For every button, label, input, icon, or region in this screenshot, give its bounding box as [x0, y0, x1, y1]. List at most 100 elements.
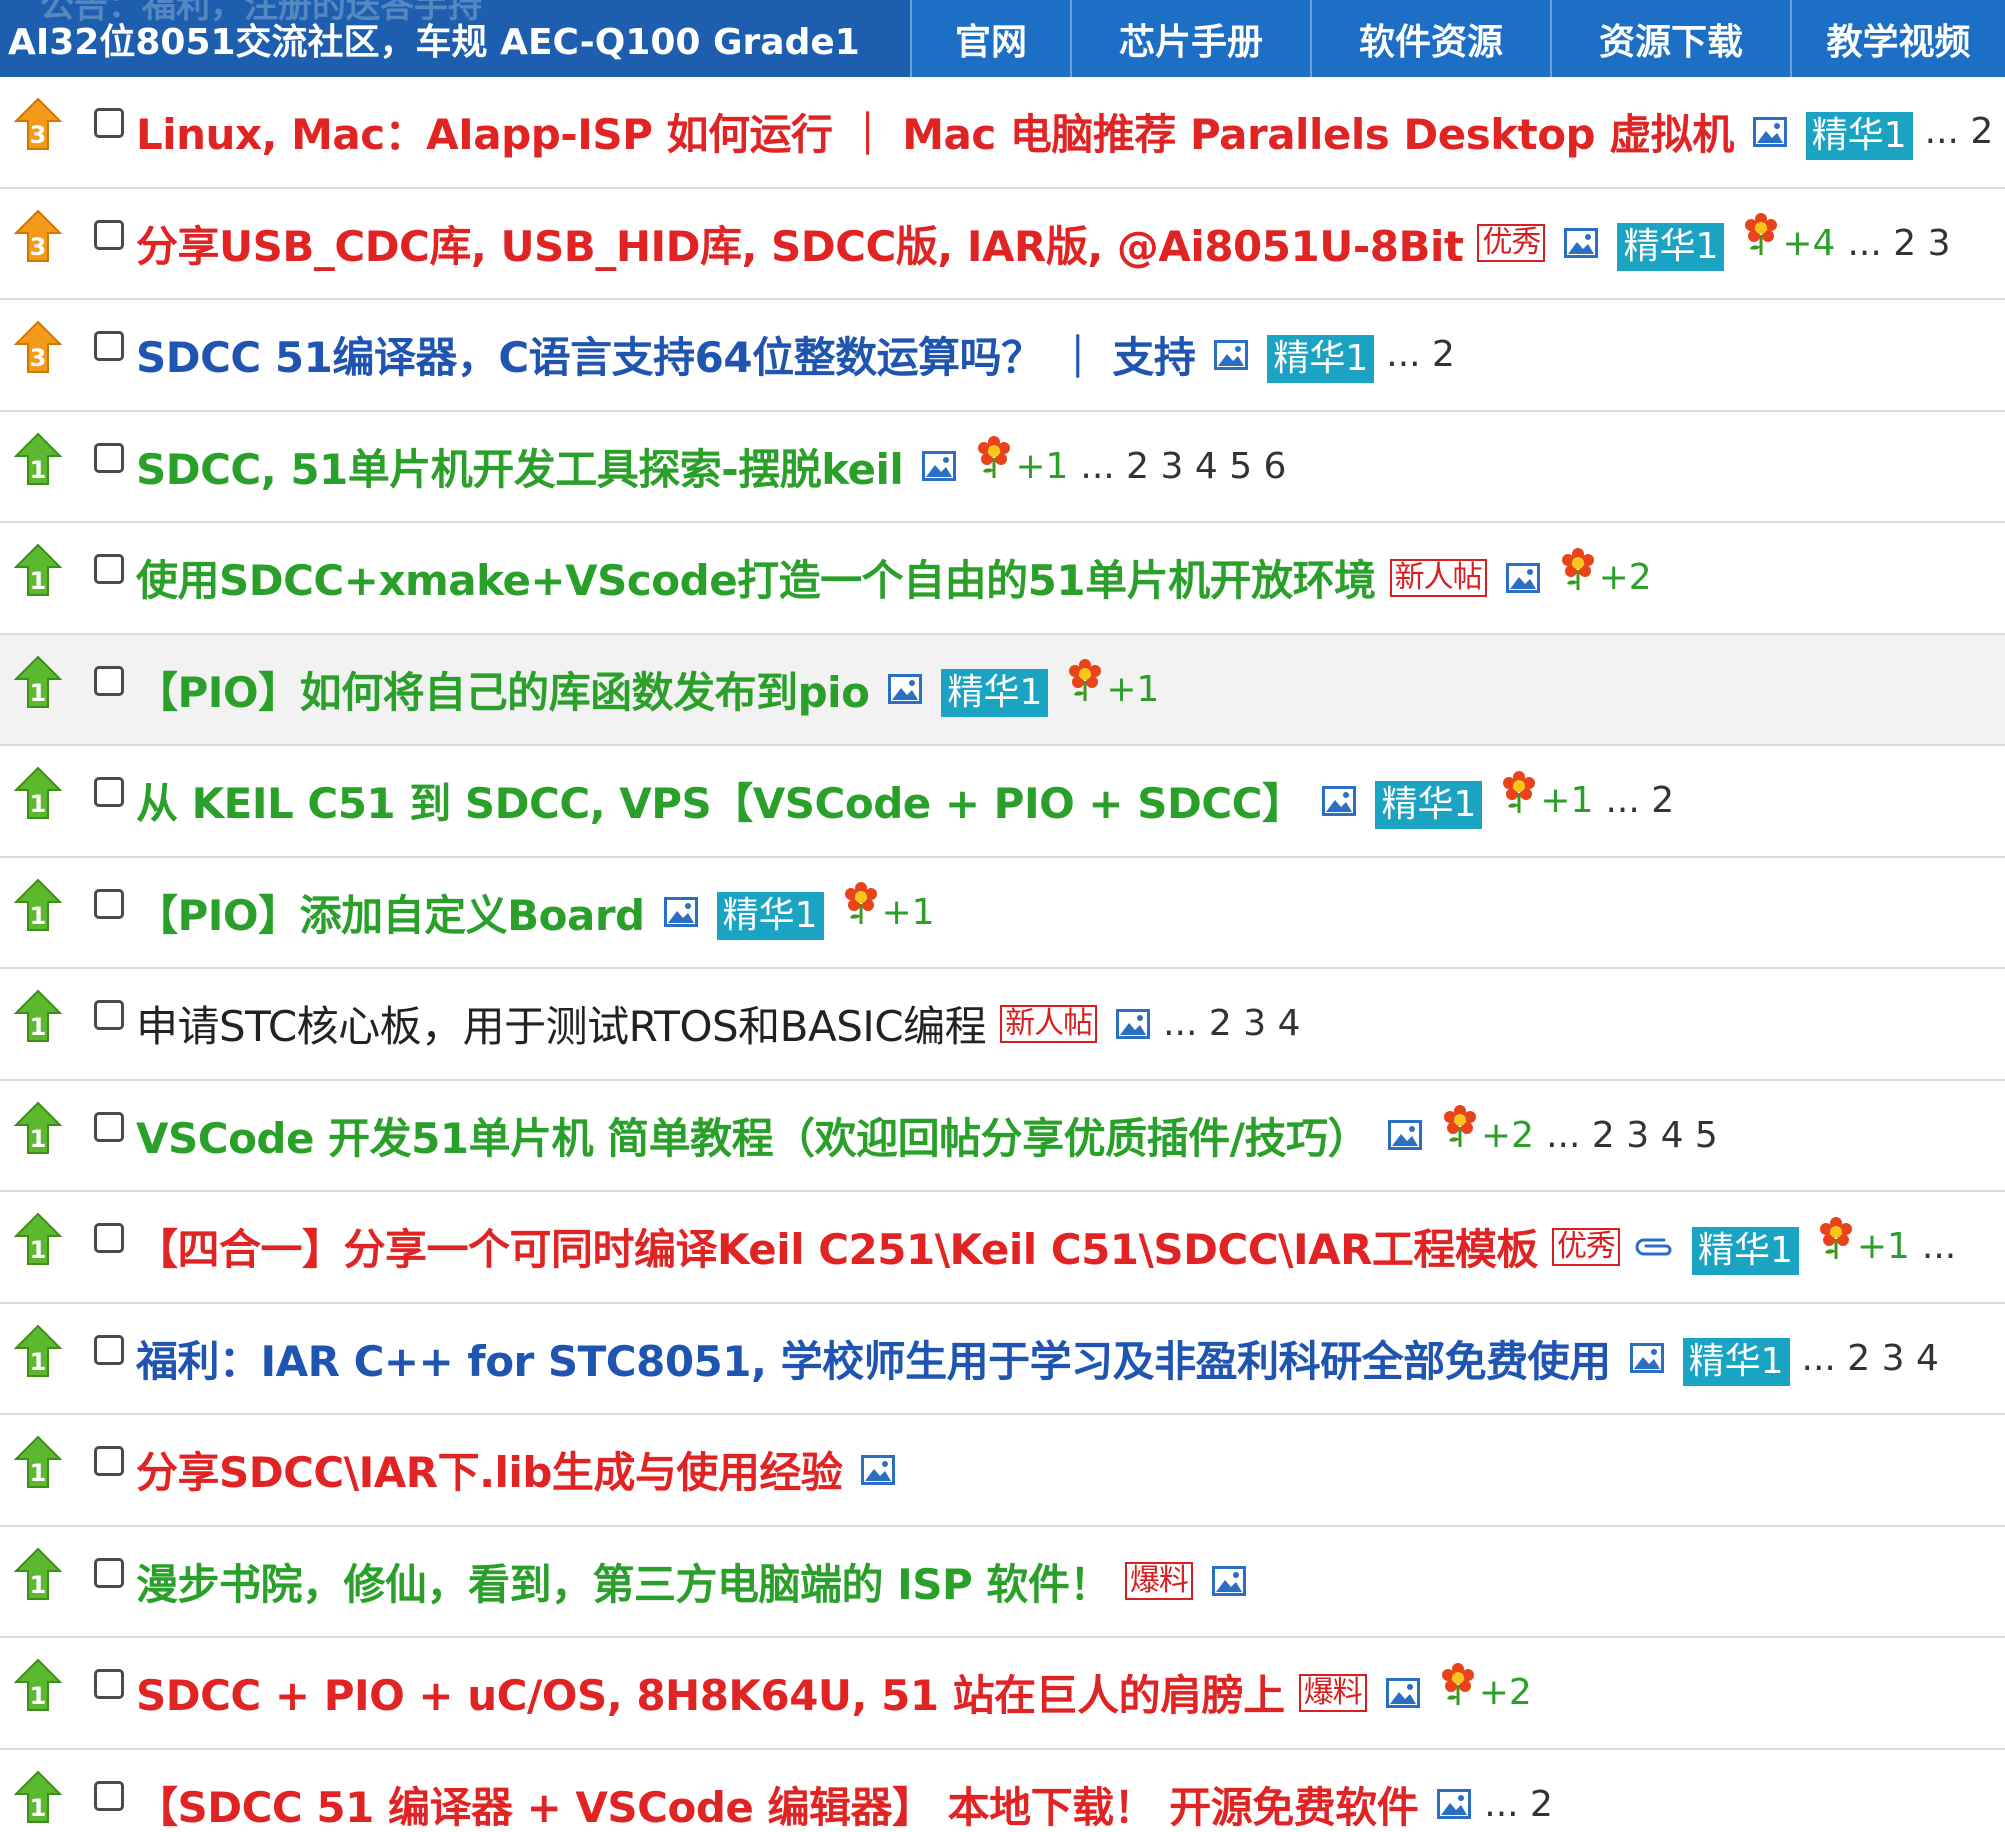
rating-count: +2: [1598, 557, 1652, 598]
thread-row[interactable]: 3 分享USB_CDC库, USB_HID库, SDCC版, IAR版, @Ai8…: [0, 189, 2005, 300]
forum-brand[interactable]: 公告：福利，注册的送答手持 AI32位8051交流社区，车规 AEC-Q100 …: [0, 0, 910, 77]
digest-badge: 精华1: [1267, 334, 1375, 383]
thread-row[interactable]: 1 福利：IAR C++ for STC8051, 学校师生用于学习及非盈利科研全…: [0, 1304, 2005, 1415]
thread-row[interactable]: 1 申请STC核心板，用于测试RTOS和BASIC编程 新人帖 ... 2 3 4: [0, 969, 2005, 1081]
nav-official-site[interactable]: 官网: [910, 0, 1070, 77]
thread-row[interactable]: 1 VSCode 开发51单片机 简单教程（欢迎回帖分享优质插件/技巧） +2...…: [0, 1081, 2005, 1192]
svg-text:1: 1: [30, 567, 47, 595]
image-attachment-icon: [1505, 562, 1541, 594]
thread-title-link[interactable]: 申请STC核心板，用于测试RTOS和BASIC编程: [136, 993, 987, 1054]
thread-title-link[interactable]: 【PIO】添加自定义Board: [136, 882, 645, 943]
thread-select-checkbox[interactable]: [94, 1223, 124, 1253]
thread-line: SDCC + PIO + uC/OS, 8H8K64U, 51 站在巨人的肩膀上…: [136, 1638, 1532, 1747]
thread-row[interactable]: 1 【PIO】如何将自己的库函数发布到pio 精华1 +1: [0, 634, 2005, 746]
thread-select-checkbox[interactable]: [94, 1446, 124, 1476]
digest-badge: 精华1: [716, 892, 824, 940]
thread-row[interactable]: 1 从 KEIL C51 到 SDCC, VPS【VSCode + PIO + S…: [0, 746, 2005, 858]
thread-line: 从 KEIL C51 到 SDCC, VPS【VSCode + PIO + SD…: [136, 746, 1674, 855]
thread-page-links[interactable]: ... 2: [1386, 334, 1455, 375]
image-attachment-icon: [1387, 1119, 1423, 1151]
image-attachment-icon: [1436, 1788, 1472, 1820]
sticky-level-1-icon: 1: [13, 1101, 63, 1155]
thread-page-links[interactable]: ... 2 3 4: [1802, 1338, 1939, 1379]
sticky-level-3-icon: 3: [13, 97, 63, 151]
nav-chip-manual[interactable]: 芯片手册: [1070, 0, 1310, 77]
rating-count: +1: [881, 891, 935, 933]
thread-line: 漫步书院，修仙，看到，第三方电脑端的 ISP 软件！ 爆料: [136, 1527, 1247, 1636]
thread-row[interactable]: 1 SDCC, 51单片机开发工具探索-摆脱keil +1 ... 2 3 4 5 6: [0, 412, 2005, 523]
thread-select-checkbox[interactable]: [94, 888, 124, 919]
thread-line: 申请STC核心板，用于测试RTOS和BASIC编程 新人帖 ... 2 3 4: [136, 969, 1300, 1078]
image-attachment-icon: [860, 1454, 896, 1486]
thread-title-link[interactable]: SDCC 51编译器，C语言支持64位整数运算吗？ ｜ 支持: [136, 324, 1196, 385]
digest-badge: 精华1: [1691, 1226, 1799, 1275]
digest-badge: 精华1: [1617, 223, 1725, 271]
thread-select-checkbox[interactable]: [94, 219, 124, 250]
thread-page-links[interactable]: ...: [1922, 1226, 1956, 1267]
thread-row[interactable]: 1 【四合一】分享一个可同时编译Keil C251\Keil C51\SDCC\I…: [0, 1192, 2005, 1304]
thread-line: 分享USB_CDC库, USB_HID库, SDCC版, IAR版, @Ai80…: [136, 189, 1950, 298]
thread-select-checkbox[interactable]: [94, 665, 124, 696]
thread-page-links[interactable]: ... 2: [1484, 1784, 1553, 1825]
sticky-level-1-icon: 1: [13, 432, 63, 486]
thread-select-checkbox[interactable]: [94, 777, 124, 807]
sticky-level-1-icon: 1: [13, 655, 63, 709]
flower-rating-icon: [1441, 1662, 1475, 1707]
thread-select-checkbox[interactable]: [94, 1780, 124, 1811]
thread-title-link[interactable]: VSCode 开发51单片机 简单教程（欢迎回帖分享优质插件/技巧）: [136, 1105, 1370, 1166]
thread-title-link[interactable]: Linux, Mac：AIapp-ISP 如何运行 ｜ Mac 电脑推荐 Par…: [136, 101, 1734, 162]
thread-title-link[interactable]: 【SDCC 51 编译器 + VSCode 编辑器】 本地下载！ 开源免费软件: [136, 1774, 1419, 1832]
thread-row[interactable]: 1 SDCC + PIO + uC/OS, 8H8K64U, 51 站在巨人的肩膀…: [0, 1638, 2005, 1750]
thread-select-checkbox[interactable]: [94, 1000, 124, 1030]
thread-title-link[interactable]: 使用SDCC+xmake+VScode打造一个自由的51单片机开放环境: [136, 547, 1376, 608]
nav-teaching-video[interactable]: 教学视频: [1790, 0, 2005, 77]
thread-title-link[interactable]: SDCC, 51单片机开发工具探索-摆脱keil: [136, 436, 904, 497]
thread-title-link[interactable]: 福利：IAR C++ for STC8051, 学校师生用于学习及非盈利科研全部…: [136, 1328, 1611, 1389]
digest-badge: 精华1: [1805, 111, 1913, 160]
thread-select-checkbox[interactable]: [94, 442, 124, 473]
thread-select-checkbox[interactable]: [94, 108, 124, 138]
thread-page-links[interactable]: ... 2 3 4: [1163, 1003, 1300, 1044]
thread-select-checkbox[interactable]: [94, 554, 124, 584]
thread-page-links[interactable]: ... 2 3 4 5: [1546, 1115, 1718, 1156]
thread-select-checkbox[interactable]: [94, 1334, 124, 1365]
image-attachment-icon: [921, 450, 957, 482]
sticky-level-3-icon: 3: [13, 209, 63, 263]
flower-rating-icon: [1561, 547, 1595, 592]
thread-select-checkbox[interactable]: [94, 1557, 124, 1588]
thread-page-links[interactable]: ... 2 3 4 5 6: [1080, 446, 1286, 487]
thread-title-link[interactable]: 漫步书院，修仙，看到，第三方电脑端的 ISP 软件！: [136, 1551, 1111, 1612]
flower-rating-icon: [1443, 1105, 1477, 1149]
thread-title-link[interactable]: 分享USB_CDC库, USB_HID库, SDCC版, IAR版, @Ai80…: [136, 213, 1464, 274]
sticky-level-1-icon: 1: [13, 878, 63, 932]
rating-count: +1: [1106, 668, 1160, 710]
thread-row[interactable]: 3 Linux, Mac：AIapp-ISP 如何运行 ｜ Mac 电脑推荐 Pa…: [0, 77, 2005, 189]
thread-page-links[interactable]: ... 2: [1605, 780, 1674, 821]
thread-title-link[interactable]: 【四合一】分享一个可同时编译Keil C251\Keil C51\SDCC\IA…: [136, 1216, 1538, 1277]
thread-row[interactable]: 1 【SDCC 51 编译器 + VSCode 编辑器】 本地下载！ 开源免费软件…: [0, 1750, 2005, 1832]
thread-title-link[interactable]: 从 KEIL C51 到 SDCC, VPS【VSCode + PIO + SD…: [136, 770, 1304, 831]
thread-page-links[interactable]: ... 2 3: [1925, 111, 2005, 152]
thread-title-link[interactable]: 分享SDCC\IAR下.lib生成与使用经验: [136, 1439, 843, 1500]
thread-title-link[interactable]: SDCC + PIO + uC/OS, 8H8K64U, 51 站在巨人的肩膀上: [136, 1662, 1285, 1723]
thread-page-links[interactable]: ... 2 3: [1847, 223, 1950, 264]
thread-title-link[interactable]: 【PIO】如何将自己的库函数发布到pio: [136, 659, 870, 720]
thread-type-badge: 优秀: [1551, 1227, 1620, 1266]
rating-count: +2: [1478, 1672, 1532, 1713]
thread-line: VSCode 开发51单片机 简单教程（欢迎回帖分享优质插件/技巧） +2 ... …: [136, 1081, 1718, 1190]
thread-row[interactable]: 1 【PIO】添加自定义Board 精华1 +1: [0, 858, 2005, 969]
nav-resource-download[interactable]: 资源下载: [1550, 0, 1790, 77]
image-attachment-icon: [1385, 1677, 1421, 1709]
thread-row[interactable]: 1 分享SDCC\IAR下.lib生成与使用经验: [0, 1415, 2005, 1527]
thread-row[interactable]: 3 SDCC 51编译器，C语言支持64位整数运算吗？ ｜ 支持 精华1 ... 2: [0, 300, 2005, 412]
svg-text:1: 1: [30, 1571, 47, 1599]
thread-row[interactable]: 1 漫步书院，修仙，看到，第三方电脑端的 ISP 软件！ 爆料: [0, 1527, 2005, 1638]
thread-select-checkbox[interactable]: [94, 1111, 124, 1142]
thread-select-checkbox[interactable]: [94, 331, 124, 361]
nav-software-resources[interactable]: 软件资源: [1310, 0, 1550, 77]
svg-text:1: 1: [30, 1236, 47, 1264]
thread-type-badge: 新人帖: [1000, 1004, 1098, 1043]
thread-row[interactable]: 1 使用SDCC+xmake+VScode打造一个自由的51单片机开放环境 新人帖 +…: [0, 523, 2005, 635]
thread-select-checkbox[interactable]: [94, 1669, 124, 1699]
thread-line: SDCC 51编译器，C语言支持64位整数运算吗？ ｜ 支持 精华1 ... 2: [136, 300, 1455, 409]
